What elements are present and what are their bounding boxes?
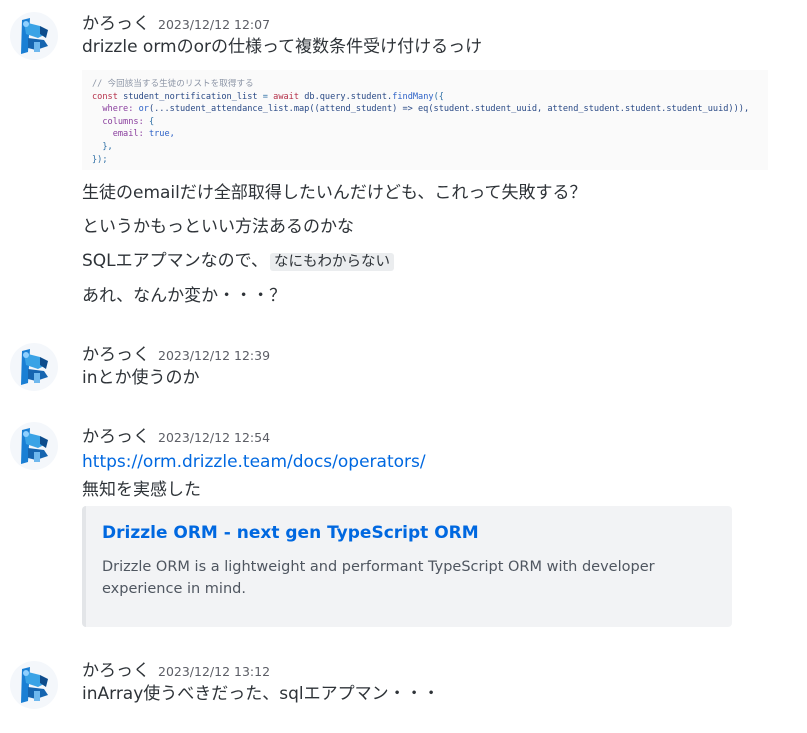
code-token: db.query.student. [304,91,393,102]
code-token: where: [102,104,134,115]
username[interactable]: かろっく [82,422,150,447]
timestamp[interactable]: 2023/12/12 13:12 [158,664,270,679]
message-text: inとか使うのか [82,368,200,388]
code-token: findMany [392,91,434,102]
avatar-image [10,12,58,60]
avatar-image [10,422,58,470]
code-token: ({ [433,91,444,102]
message-text: inArray使うべきだった、sqlエアプマン・・・ [82,684,440,704]
inline-code: なにもわからない [269,253,394,271]
code-token: const [92,91,118,102]
timestamp[interactable]: 2023/12/12 12:54 [158,430,270,445]
code-token: }); [92,154,108,165]
code-token: (...student_attendance_list.map((attend_… [148,104,750,115]
code-token: await [273,91,300,102]
embed-title[interactable]: Drizzle ORM - next gen TypeScript ORM [102,522,716,544]
code-token: email: [112,129,144,140]
timestamp[interactable]: 2023/12/12 12:39 [158,348,270,363]
message-text: あれ、なんか変か・・・？ [82,286,287,306]
code-token: }, [102,141,113,152]
avatar[interactable] [10,661,58,709]
message-text: SQLエアプマンなので、 なにもわからない [82,248,787,275]
code-token: { [148,116,155,127]
code-token: columns: [102,116,144,127]
avatar[interactable] [10,343,58,391]
embed-description: Drizzle ORM is a lightweight and perform… [102,559,655,597]
avatar-image [10,343,58,391]
avatar[interactable] [10,422,58,470]
message-text: https://orm.drizzle.team/docs/operators/ [82,449,787,475]
code-comment: // 今回該当する生徒のリストを取得する [92,79,254,89]
message-text: 無知を実感した [82,480,201,500]
code-token: true, [148,129,175,140]
message-text: drizzle ormのorの仕様って複数条件受け付けるっけ [82,37,483,57]
avatar-image [10,661,58,709]
username[interactable]: かろっく [82,340,150,365]
username[interactable]: かろっく [82,656,150,681]
message-text-prefix: SQLエアプマンなので、 [82,251,268,271]
code-screenshot[interactable]: // 今回該当する生徒のリストを取得する const student_norti… [82,70,768,170]
code-token: student_nortification_list [123,91,258,102]
timestamp[interactable]: 2023/12/12 12:07 [158,17,270,32]
message-text: 生徒のemailだけ全部取得したいんだけども、これって失敗する？ [82,183,587,203]
message-text: というかもっといい方法あるのかな [82,217,354,237]
username[interactable]: かろっく [82,9,150,34]
avatar[interactable] [10,12,58,60]
code-token: or [138,104,149,115]
link-embed: Drizzle ORM - next gen TypeScript ORM Dr… [82,506,732,627]
message-link[interactable]: https://orm.drizzle.team/docs/operators/ [82,452,426,472]
code-token: = [262,91,268,102]
